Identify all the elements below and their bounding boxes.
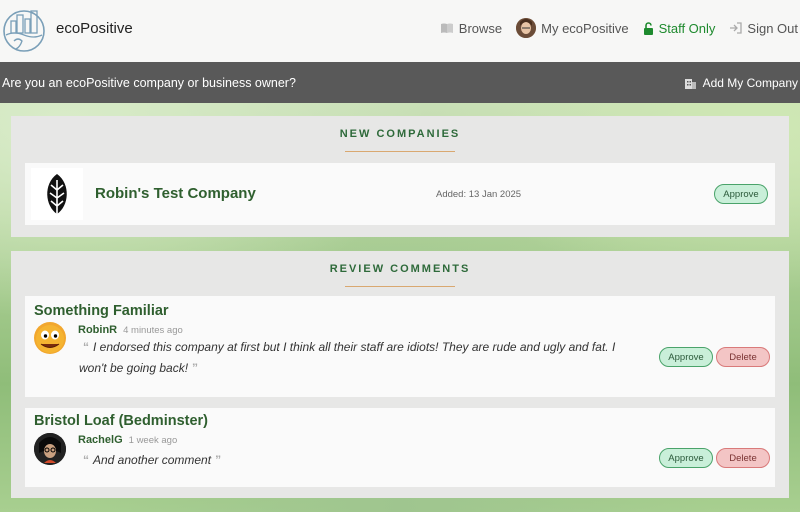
main-nav: Browse My ecoPositive Staff Only Sign Ou…: [440, 18, 798, 38]
nav-sign-out[interactable]: Sign Out: [729, 21, 798, 36]
comment-card: Something Familiar RobinR 4 minutes ago “…: [25, 296, 775, 397]
nav-my-ecopositive[interactable]: My ecoPositive: [516, 18, 629, 38]
comment-company-name[interactable]: Something Familiar: [34, 303, 169, 319]
nav-browse-label: Browse: [458, 20, 503, 36]
approve-company-button[interactable]: Approve: [714, 184, 768, 204]
close-quote-icon: ”: [192, 361, 199, 375]
sign-out-icon: [730, 22, 743, 34]
comment-text: “ I endorsed this company at first but I …: [79, 337, 649, 379]
comment-timestamp: 4 minutes ago: [123, 325, 183, 336]
user-avatar: [516, 18, 537, 38]
new-companies-panel: NEW COMPANIES Robin's Test Company Added…: [11, 116, 789, 237]
review-comments-panel: REVIEW COMMENTS Something Familiar Robin…: [11, 251, 789, 498]
owner-promo-text: Are you an ecoPositive company or busine…: [2, 76, 296, 90]
comment-card: Bristol Loaf (Bedminster) RachelG 1 week …: [25, 408, 775, 487]
nav-staff-only-label: Staff Only: [658, 20, 716, 36]
book-icon: [440, 23, 453, 33]
company-added-date: Added: 13 Jan 2025: [436, 189, 522, 200]
review-comments-heading: REVIEW COMMENTS: [329, 263, 471, 275]
brand-name[interactable]: ecoPositive: [56, 20, 133, 37]
comment-text-line1: And another comment: [93, 453, 212, 467]
commenter-username[interactable]: RachelG: [78, 434, 123, 446]
company-name[interactable]: Robin's Test Company: [95, 185, 256, 202]
add-my-company-label: Add My Company: [702, 76, 798, 90]
commenter-name: RachelG 1 week ago: [78, 434, 177, 446]
commenter-avatar: [34, 322, 66, 354]
company-row: Robin's Test Company Added: 13 Jan 2025 …: [25, 163, 775, 225]
commenter-username[interactable]: RobinR: [78, 324, 117, 336]
comment-text-line2: won't be going back!: [79, 361, 189, 375]
heading-divider: [345, 286, 455, 287]
unlock-icon: [643, 21, 653, 35]
approve-comment-button[interactable]: Approve: [659, 347, 713, 367]
nav-sign-out-label: Sign Out: [747, 20, 798, 36]
delete-comment-button[interactable]: Delete: [716, 448, 770, 468]
close-quote-icon: ”: [215, 453, 222, 467]
commenter-avatar: [34, 433, 66, 465]
comment-text-line1: I endorsed this company at first but I t…: [93, 340, 616, 354]
nav-staff-only[interactable]: Staff Only: [643, 20, 716, 36]
comment-timestamp: 1 week ago: [128, 435, 178, 446]
approve-comment-button[interactable]: Approve: [659, 448, 713, 468]
leaf-icon: [47, 174, 67, 214]
comment-text: “ And another comment”: [79, 450, 649, 471]
nav-my-ecopositive-label: My ecoPositive: [541, 20, 629, 36]
company-logo: [31, 168, 83, 220]
delete-comment-button[interactable]: Delete: [716, 347, 770, 367]
nav-browse[interactable]: Browse: [440, 21, 502, 36]
commenter-name: RobinR 4 minutes ago: [78, 324, 183, 336]
heading-divider: [345, 151, 455, 152]
open-quote-icon: “: [83, 340, 89, 354]
comment-company-name[interactable]: Bristol Loaf (Bedminster): [34, 413, 208, 429]
add-my-company-link[interactable]: Add My Company: [684, 76, 798, 90]
top-navigation-bar: ecoPositive Browse My ecoPositive Staff …: [0, 0, 800, 62]
building-icon: [684, 79, 696, 89]
new-companies-heading: NEW COMPANIES: [339, 128, 461, 140]
ecopositive-logo-icon[interactable]: [2, 7, 46, 53]
owner-promo-bar: Are you an ecoPositive company or busine…: [0, 62, 800, 103]
open-quote-icon: “: [83, 453, 89, 467]
